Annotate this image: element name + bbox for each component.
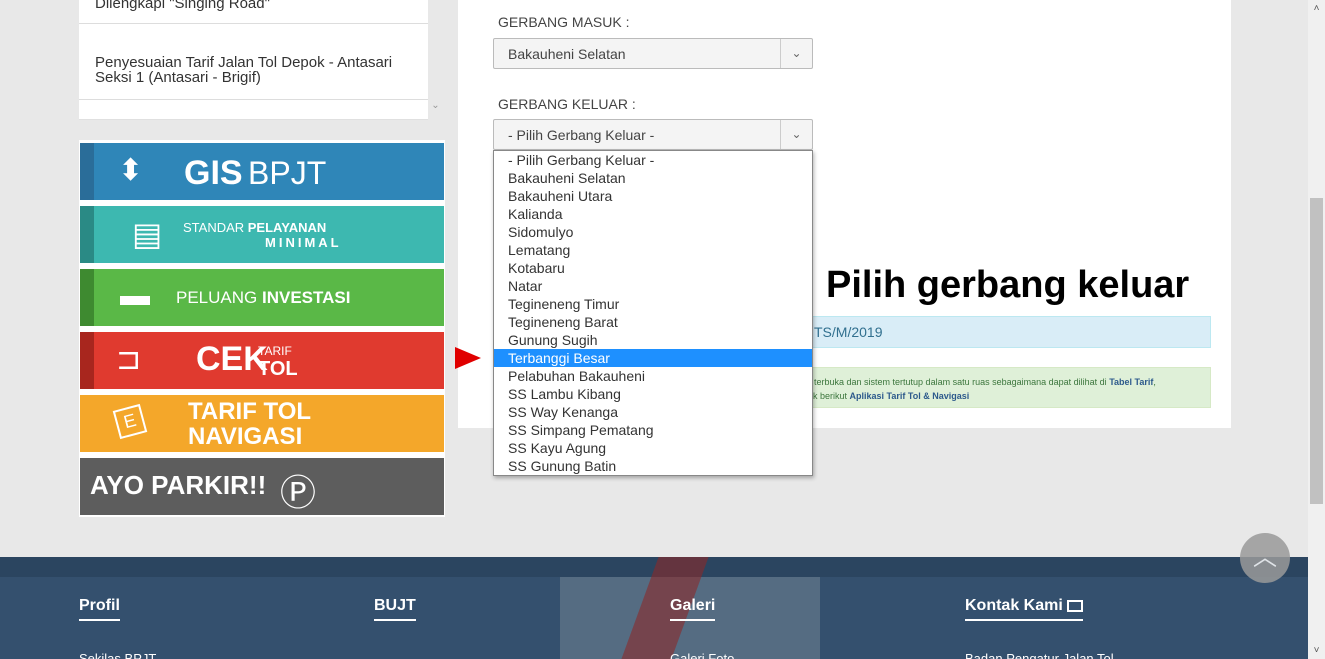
banner-stripe — [80, 269, 94, 326]
news-item[interactable]: Dilengkapi "Singing Road" — [79, 0, 428, 24]
dropdown-option[interactable]: SS Way Kenanga — [494, 403, 812, 421]
dropdown-option[interactable]: Natar — [494, 277, 812, 295]
entry-gate-select[interactable]: Bakauheni Selatan ⌄ — [493, 38, 813, 69]
dropdown-option[interactable]: Sidomulyo — [494, 223, 812, 241]
banner-park-text: AYO PARKIR!! — [90, 470, 267, 500]
entry-gate-value: Bakauheni Selatan — [508, 46, 626, 62]
arrow-right-icon — [455, 347, 481, 369]
scrollbar-thumb[interactable] — [1310, 198, 1323, 504]
banner-stripe — [80, 206, 94, 263]
footer-col-profil: Profil Sekilas BPJT — [79, 597, 156, 659]
banner-spm-text-b: PELAYANAN — [247, 220, 327, 235]
scroll-down-icon[interactable]: ˅ — [1308, 642, 1325, 659]
clipboard-icon: ▤ — [132, 216, 163, 252]
banner-nav-line2: NAVIGASI — [188, 423, 303, 450]
envelope-icon — [1066, 599, 1083, 612]
footer-heading-text: Kontak Kami — [965, 597, 1063, 614]
footer-heading: BUJT — [374, 597, 416, 621]
footer-link[interactable]: Sekilas BPJT — [79, 651, 156, 659]
banner-tarif-tol-navigasi[interactable]: E TARIF TOL NAVIGASI — [80, 395, 444, 452]
news-title[interactable]: Penyesuaian Tarif Jalan Tol Depok - Anta… — [95, 54, 392, 86]
banner-ayo-parkir[interactable]: AYO PARKIR!! Ⓟ — [80, 458, 444, 515]
info-text: TS/M/2019 — [814, 324, 883, 340]
chevron-down-icon: ⌄ — [780, 120, 812, 149]
banner-cek-small2: TOL — [258, 358, 298, 380]
aplikasi-tarif-link[interactable]: Aplikasi Tarif Tol & Navigasi — [850, 391, 970, 401]
news-item[interactable]: Penyesuaian Tarif Jalan Tol Depok - Anta… — [79, 55, 428, 100]
exit-gate-select[interactable]: - Pilih Gerbang Keluar - ⌄ — [493, 119, 813, 150]
banner-cek-small1: TARIF — [258, 344, 292, 358]
footer-heading: Profil — [79, 597, 120, 621]
footer-col-galeri: Galeri Galeri Foto — [670, 597, 734, 659]
back-to-top-button[interactable]: ︿ — [1240, 533, 1290, 583]
chevron-down-icon[interactable]: ⌄ — [428, 100, 443, 120]
dropdown-option[interactable]: Pelabuhan Bakauheni — [494, 367, 812, 385]
note-text1: m terbuka dan sistem tertutup dalam satu… — [804, 377, 1110, 387]
dropdown-option[interactable]: Gunung Sugih — [494, 331, 812, 349]
banner-gis-light: BPJT — [248, 155, 327, 191]
parking-icon: Ⓟ — [280, 472, 317, 513]
news-title[interactable]: Dilengkapi "Singing Road" — [95, 0, 270, 12]
footer: Profil Sekilas BPJT BUJT Galeri Galeri F… — [0, 557, 1308, 659]
banner-cek-tarif-tol[interactable]: ⊐ CEK TARIF TOL — [80, 332, 444, 389]
dropdown-option[interactable]: Bakauheni Selatan — [494, 169, 812, 187]
toll-gate-icon: ⊐ — [116, 343, 142, 376]
dropdown-option[interactable]: SS Kayu Agung — [494, 439, 812, 457]
footer-link[interactable]: Galeri Foto — [670, 651, 734, 659]
banner-list: ⬍ GIS BPJT ▤ STANDAR PELAYANAN MINIMAL ▬… — [79, 140, 445, 517]
banner-gis-bold: GIS — [184, 154, 243, 192]
banner-nav-line1: TARIF TOL — [188, 398, 312, 425]
banner-stripe — [80, 143, 94, 200]
banner-inv-text-b: INVESTASI — [261, 288, 351, 307]
dropdown-option[interactable]: Tegineneng Timur — [494, 295, 812, 313]
annotation-text: Pilih gerbang keluar — [826, 264, 1190, 306]
note-text1-end: , — [1153, 377, 1156, 387]
banner-inv-text-a: PELUANG — [176, 288, 262, 307]
etoll-card-icon: E — [112, 403, 148, 440]
exit-gate-dropdown-list[interactable]: - Pilih Gerbang Keluar - Bakauheni Selata… — [493, 150, 813, 476]
scroll-up-icon[interactable]: ˄ — [1308, 0, 1325, 17]
footer-heading: Galeri — [670, 597, 716, 621]
banner-spm-line2: MINIMAL — [265, 235, 342, 250]
banner-peluang-investasi[interactable]: ▬ PELUANG INVESTASI — [80, 269, 444, 326]
footer-col-bujt: BUJT — [374, 597, 416, 621]
map-pin-icon: ⬍ — [118, 154, 144, 187]
footer-col-kontak: Kontak Kami Badan Pengatur Jalan Tol — [965, 597, 1114, 659]
dropdown-option[interactable]: Lematang — [494, 241, 812, 259]
dropdown-option[interactable]: SS Gunung Batin — [494, 457, 812, 475]
info-alert: TS/M/2019 — [793, 316, 1211, 348]
footer-heading: Kontak Kami — [965, 597, 1083, 621]
banner-standar-pelayanan[interactable]: ▤ STANDAR PELAYANAN MINIMAL — [80, 206, 444, 263]
banner-gis-bpjt[interactable]: ⬍ GIS BPJT — [80, 143, 444, 200]
banner-inv-text: PELUANG INVESTASI — [176, 288, 350, 308]
dropdown-option[interactable]: SS Simpang Pematang — [494, 421, 812, 439]
chevron-down-icon: ⌄ — [780, 39, 812, 68]
dropdown-option[interactable]: Terbanggi Besar — [494, 349, 812, 367]
footer-link[interactable]: Badan Pengatur Jalan Tol — [965, 651, 1114, 659]
dropdown-option[interactable]: - Pilih Gerbang Keluar - — [494, 151, 812, 169]
exit-gate-value: - Pilih Gerbang Keluar - — [508, 127, 655, 143]
dropdown-option[interactable]: Tegineneng Barat — [494, 313, 812, 331]
banner-spm-line1: STANDAR PELAYANAN — [183, 220, 326, 235]
dropdown-option[interactable]: Kalianda — [494, 205, 812, 223]
entry-gate-label: GERBANG MASUK : — [498, 14, 630, 30]
news-panel: Dilengkapi "Singing Road" Penyesuaian Ta… — [79, 0, 428, 120]
banner-spm-text-a: STANDAR — [183, 220, 248, 235]
dropdown-option[interactable]: Kotabaru — [494, 259, 812, 277]
briefcase-icon: ▬ — [120, 279, 150, 312]
tabel-tarif-link[interactable]: Tabel Tarif — [1109, 377, 1153, 387]
banner-stripe — [80, 332, 94, 389]
dropdown-option[interactable]: SS Lambu Kibang — [494, 385, 812, 403]
chevron-up-icon: ︿ — [1253, 544, 1277, 571]
exit-gate-label: GERBANG KELUAR : — [498, 96, 636, 112]
page-scrollbar[interactable]: ˄ ˅ — [1308, 0, 1325, 659]
note-alert: m terbuka dan sistem tertutup dalam satu… — [793, 367, 1211, 408]
dropdown-option[interactable]: Bakauheni Utara — [494, 187, 812, 205]
